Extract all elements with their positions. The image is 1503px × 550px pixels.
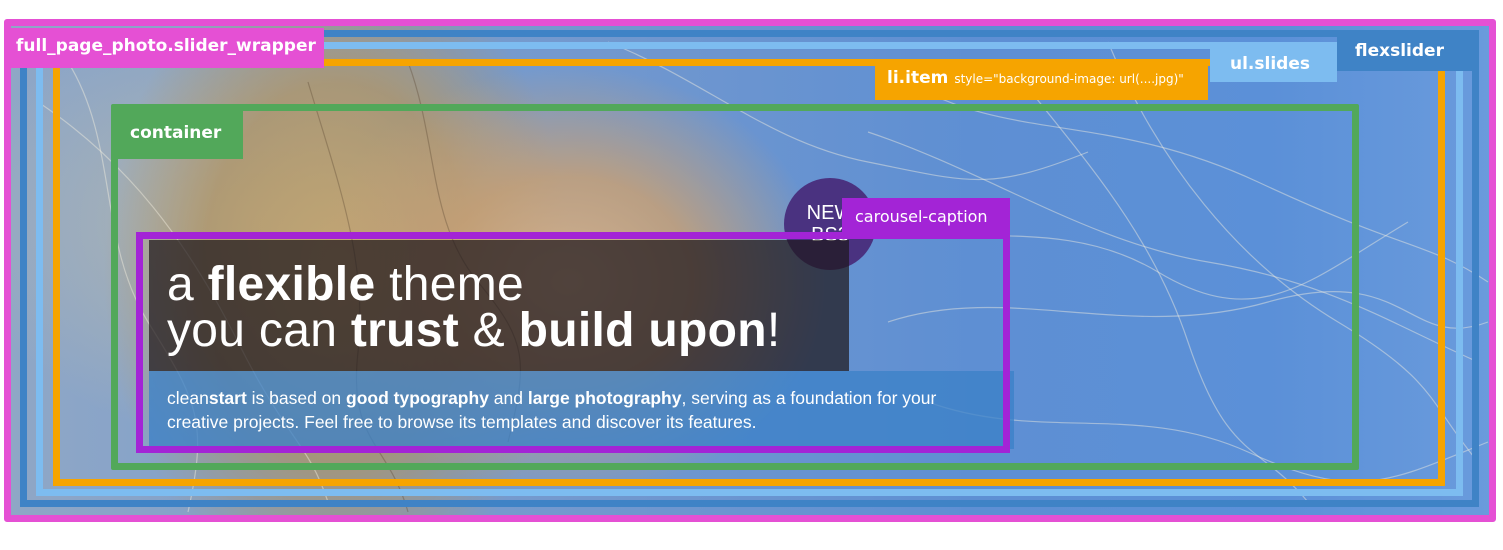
slides-label: ul.slides bbox=[1210, 47, 1337, 82]
slide-item-attribute: style="background-image: url(....jpg)" bbox=[954, 72, 1184, 86]
slider-wrapper-label: full_page_photo.slider_wrapper bbox=[4, 28, 324, 68]
container-label: container bbox=[118, 111, 243, 159]
carousel-caption-label: carousel-caption bbox=[842, 198, 1010, 238]
flexslider-label: flexslider bbox=[1337, 33, 1472, 71]
carousel-caption-frame bbox=[136, 232, 1010, 453]
slide-item-label: li.item style="background-image: url(....… bbox=[875, 64, 1208, 100]
